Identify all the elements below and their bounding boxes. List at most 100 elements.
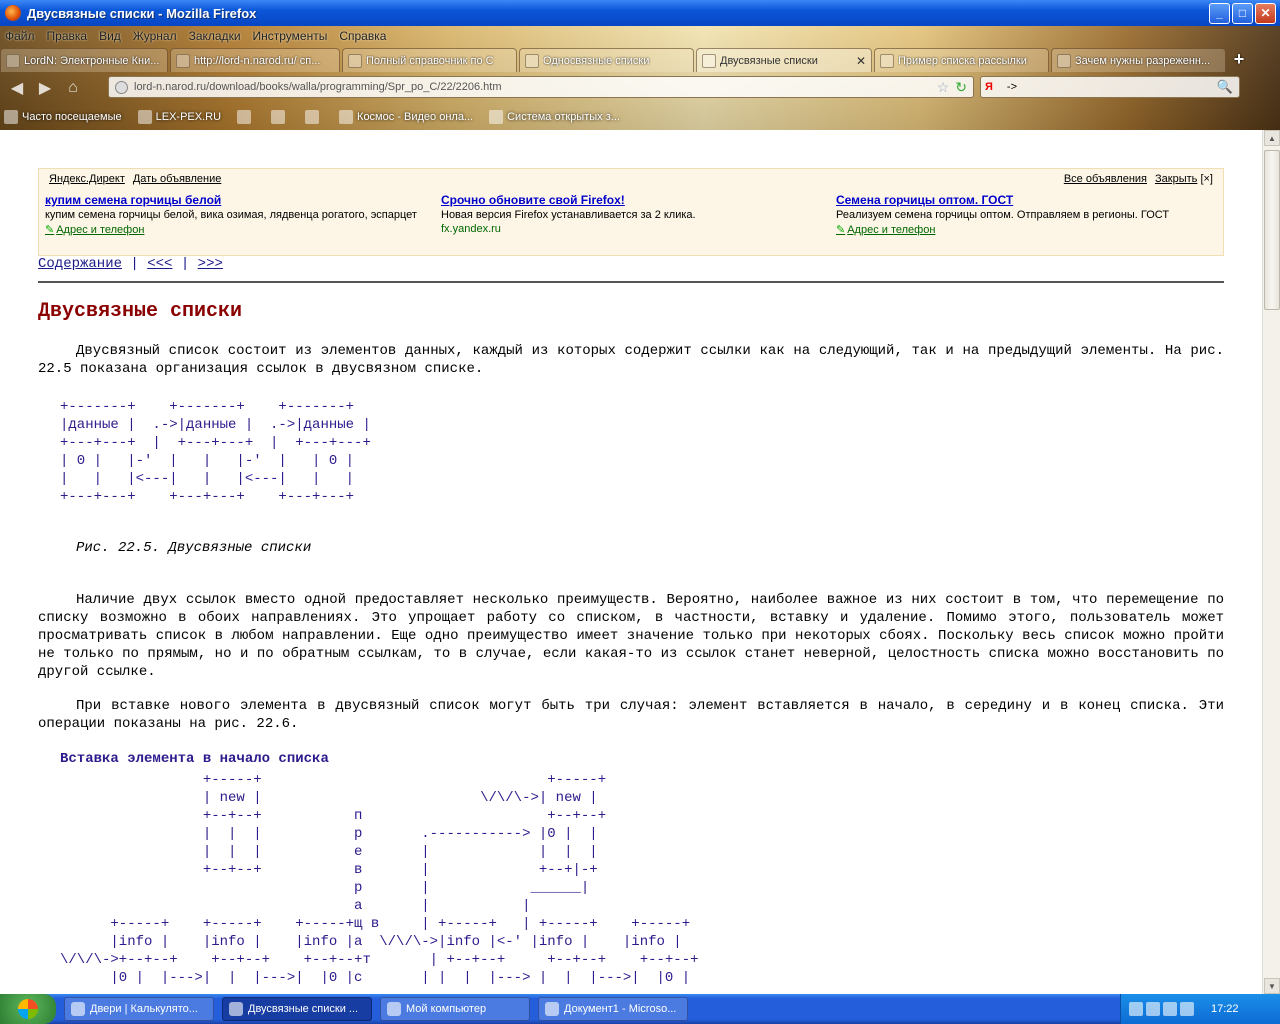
ad-contact[interactable]: ✎ Адрес и телефон [836,223,1226,236]
prev-link[interactable]: <<< [147,256,172,272]
minimize-button[interactable]: _ [1209,2,1230,24]
taskbar-label[interactable]: Мой компьютер [406,1003,486,1015]
bookmark-label[interactable]: Космос - Видео онла... [357,111,473,123]
window-title: Двусвязные списки - Mozilla Firefox [27,5,257,21]
app-icon [545,1002,559,1016]
tab-1[interactable]: http://lord-n.narod.ru/ сп... [170,48,340,72]
url-text[interactable]: lord-n.narod.ru/download/books/walla/pro… [134,81,937,93]
tab-favicon-icon [348,53,362,68]
menu-help[interactable]: Справка [339,29,386,43]
next-link[interactable]: >>> [198,256,223,272]
tab-label[interactable]: http://lord-n.narod.ru/ сп... [194,55,334,67]
tab-0[interactable]: LordN: Электронные Кни... [0,48,168,72]
bookmark-label[interactable]: Система открытых з... [507,111,620,123]
menu-tools[interactable]: Инструменты [253,29,328,43]
ad-contact-label[interactable]: Адрес и телефон [847,224,935,236]
tray-app-icon[interactable] [1163,1002,1177,1016]
vertical-scrollbar[interactable]: ▲ ▼ [1262,130,1280,994]
forward-icon[interactable]: ▶ [34,77,56,99]
bookmark-5[interactable]: Космос - Видео онла... [335,110,473,124]
ad-domain[interactable]: fx.yandex.ru [441,223,831,235]
back-icon[interactable]: ◀ [6,77,28,99]
paragraph-3: При вставке нового элемента в двусвязный… [38,698,1224,732]
tray-app-icon[interactable] [1146,1002,1160,1016]
tab-2[interactable]: Полный справочник по С [342,48,517,72]
ad-close-link[interactable]: Закрыть [1155,173,1197,185]
tab-3[interactable]: Односвязные списки [519,48,694,72]
bookmark-label[interactable]: LEX-PEX.RU [156,111,221,123]
ad-title[interactable]: Срочно обновите свой Firefox! [441,193,831,207]
taskbar-item-2[interactable]: Мой компьютер [380,997,530,1021]
tab-label[interactable]: Зачем нужны разреженн... [1075,55,1220,67]
yandex-icon[interactable]: Я [985,81,993,93]
search-input[interactable]: -> [1007,81,1217,93]
ad-close-icon[interactable]: [×] [1200,173,1213,185]
address-bar[interactable]: lord-n.narod.ru/download/books/walla/pro… [108,76,974,98]
ad-post-link[interactable]: Дать объявление [133,173,222,185]
taskbar-label[interactable]: Двери | Калькулято... [90,1003,198,1015]
start-button[interactable] [0,994,56,1024]
bookmark-1[interactable]: LEX-PEX.RU [134,110,221,124]
scroll-thumb[interactable] [1264,150,1280,310]
tab-label[interactable]: LordN: Электронные Кни... [24,55,162,67]
taskbar-item-0[interactable]: Двери | Калькулято... [64,997,214,1021]
search-bar[interactable]: Я -> 🔍 [980,76,1240,98]
bookmark-4[interactable] [301,110,323,124]
maximize-button[interactable]: □ [1232,2,1253,24]
menu-bookmarks[interactable]: Закладки [189,29,241,43]
tab-5[interactable]: Пример списка рассылки [874,48,1049,72]
ad-title[interactable]: купим семена горчицы белой [45,193,435,207]
ad-contact-label[interactable]: Адрес и телефон [56,224,144,236]
scroll-down-icon[interactable]: ▼ [1264,978,1280,994]
menu-view[interactable]: Вид [99,29,121,43]
reload-icon[interactable]: ↻ [955,79,967,96]
taskbar-item-1[interactable]: Двусвязные списки ... [222,997,372,1021]
site-identity-icon[interactable] [115,80,128,94]
bookmark-6[interactable]: Система открытых з... [485,110,620,124]
taskbar-label[interactable]: Документ1 - Microso... [564,1003,676,1015]
scroll-up-icon[interactable]: ▲ [1264,130,1280,146]
taskbar-items: Двери | Калькулято... Двусвязные списки .… [56,997,688,1021]
tab-label[interactable]: Односвязные списки [543,55,688,67]
system-tray: 17:22 [1120,994,1280,1024]
title-bar: Двусвязные списки - Mozilla Firefox _ □ … [0,0,1280,26]
menu-file[interactable]: Файл [5,29,35,43]
ad-contact[interactable]: ✎ Адрес и телефон [45,223,435,236]
page-navigation: Содержание | <<< | >>> [38,256,223,272]
bookmark-icon [339,110,354,124]
taskbar-label[interactable]: Двусвязные списки ... [248,1003,358,1015]
search-icon[interactable]: 🔍 [1217,79,1233,95]
tab-label[interactable]: Полный справочник по С [366,55,511,67]
bookmark-2[interactable] [233,110,255,124]
taskbar: Двери | Калькулято... Двусвязные списки .… [0,994,1280,1024]
contents-link[interactable]: Содержание [38,256,122,272]
ad-item-2: Срочно обновите свой Firefox! Новая верс… [441,193,831,235]
bookmark-3[interactable] [267,110,289,124]
clock[interactable]: 17:22 [1211,1003,1239,1015]
tab-label[interactable]: Двусвязные списки [720,55,852,67]
menu-edit[interactable]: Правка [47,29,88,43]
close-button[interactable]: ✕ [1255,2,1276,24]
taskbar-item-3[interactable]: Документ1 - Microso... [538,997,688,1021]
bookmarks-toolbar: Часто посещаемые LEX-PEX.RU Космос - Видео… [0,106,632,128]
pencil-icon: ✎ [45,224,55,236]
tab-4[interactable]: Двусвязные списки ✕ [696,48,872,72]
home-icon[interactable]: ⌂ [62,77,84,99]
tab-favicon-icon [880,53,894,68]
tab-close-icon[interactable]: ✕ [856,54,866,68]
ad-title[interactable]: Семена горчицы оптом. ГОСТ [836,193,1226,207]
tab-label[interactable]: Пример списка рассылки [898,55,1043,67]
network-icon[interactable] [1129,1002,1143,1016]
ad-yandex-direct-link[interactable]: Яндекс.Директ [49,173,125,185]
new-tab-button[interactable]: + [1228,48,1250,70]
bookmark-icon [305,110,320,124]
bookmark-star-icon[interactable]: ☆ [937,79,950,96]
tray-app-icon[interactable] [1180,1002,1194,1016]
firefox-window: Двусвязные списки - Mozilla Firefox _ □ … [0,0,1280,1024]
bookmark-0[interactable]: Часто посещаемые [0,110,122,124]
tab-6[interactable]: Зачем нужны разреженн... [1051,48,1226,72]
ad-all-link[interactable]: Все объявления [1064,173,1147,185]
menu-history[interactable]: Журнал [133,29,177,43]
ad-description: Новая версия Firefox устанавливается за … [441,209,696,221]
bookmark-label[interactable]: Часто посещаемые [22,111,122,123]
